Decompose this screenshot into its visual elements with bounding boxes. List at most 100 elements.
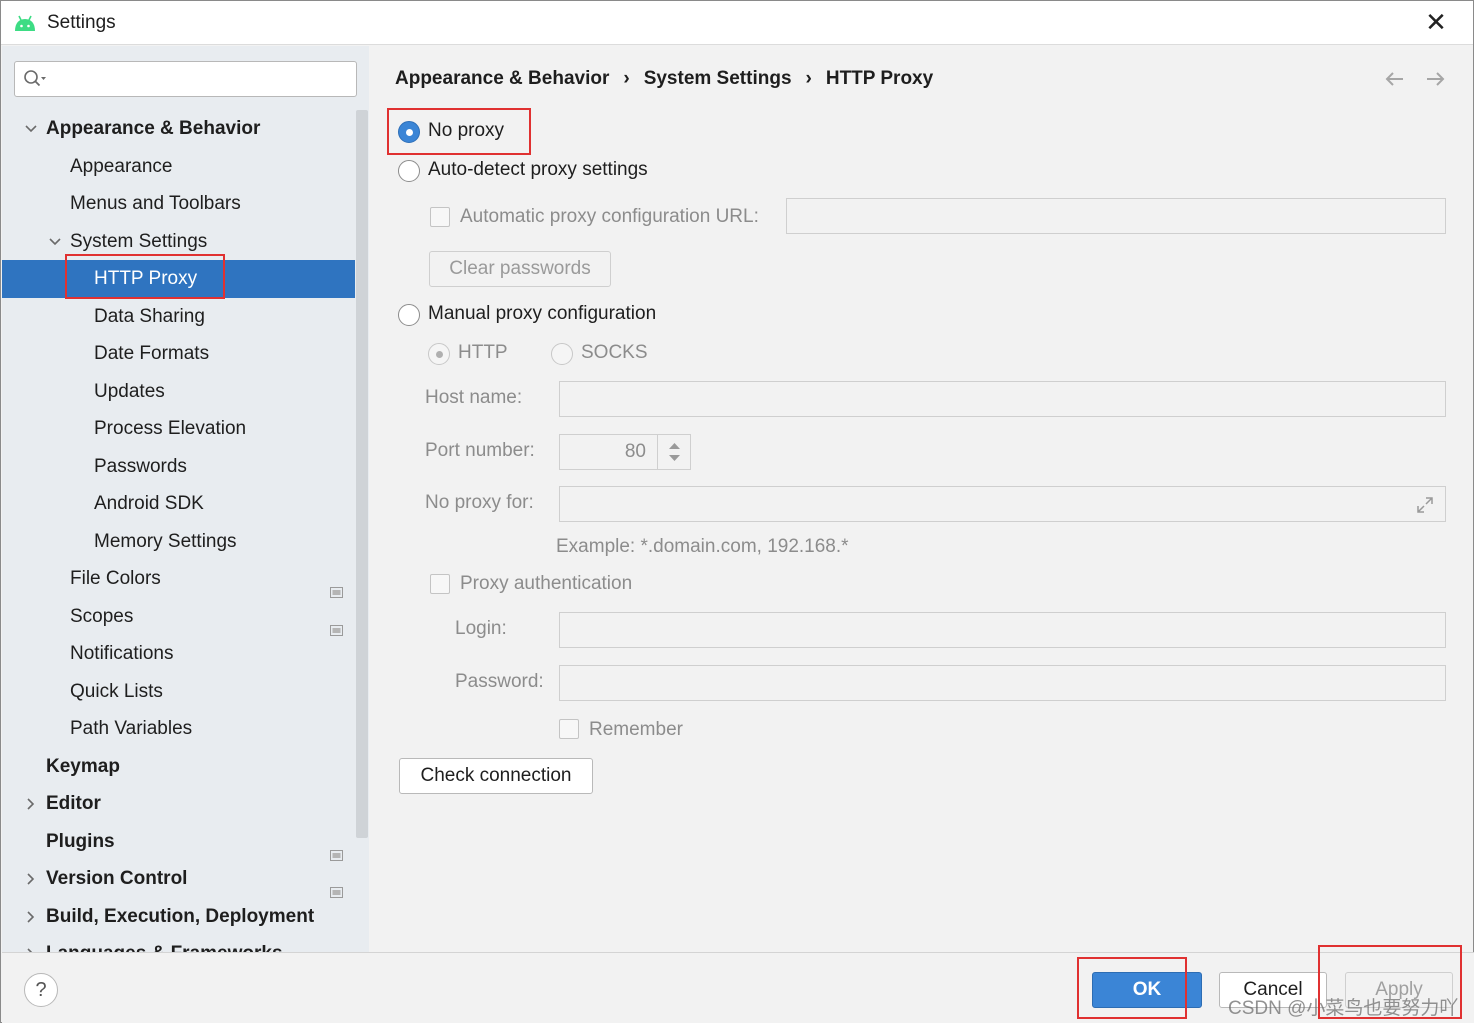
help-button[interactable]: ? [24,973,58,1007]
host-name-label: Host name: [425,387,523,408]
sidebar-item-label: Keymap [46,756,120,777]
no-proxy-label[interactable]: No proxy [428,120,504,142]
sidebar-item[interactable]: Plugins [2,823,355,861]
apply-button[interactable]: Apply [1345,972,1453,1008]
window-title: Settings [47,12,116,33]
sidebar-item[interactable]: Editor [2,785,355,823]
breadcrumb-separator: › [623,68,630,89]
sidebar-item[interactable]: Version Control [2,860,355,898]
proxy-authentication-label: Proxy authentication [460,573,633,594]
sidebar-item-label: Editor [46,793,101,814]
clear-passwords-button[interactable]: Clear passwords [429,251,611,287]
sidebar-item-label: Passwords [94,456,187,477]
sidebar-item-label: HTTP Proxy [94,268,198,289]
sidebar-item[interactable]: Process Elevation [2,410,355,448]
sidebar-item[interactable]: Updates [2,373,355,411]
sidebar-item[interactable]: Appearance [2,148,355,186]
sidebar-item[interactable]: Path Variables [2,710,355,748]
expand-icon[interactable] [1415,495,1435,515]
settings-tree-panel: Appearance & Behavior Appearance Menus and… [2,46,369,952]
sidebar-item[interactable]: Keymap [2,748,355,786]
sidebar-item[interactable]: Languages & Frameworks [2,935,355,952]
sidebar-item-label: Data Sharing [94,306,205,327]
sidebar-item-label: Updates [94,381,165,402]
port-number-label: Port number: [425,440,535,461]
breadcrumb: Appearance & Behavior › System Settings › HT… [395,68,933,90]
breadcrumb-item: Appearance & Behavior [395,68,610,89]
remember-label: Remember [589,719,683,740]
android-icon [13,13,37,33]
chevron-right-icon[interactable] [24,910,38,924]
arrow-right-icon[interactable] [1423,68,1447,90]
project-settings-icon [330,612,343,636]
proxy-authentication-checkbox[interactable] [430,574,450,594]
host-name-field[interactable] [559,381,1446,417]
auto-detect-label[interactable]: Auto-detect proxy settings [428,159,648,181]
ok-button[interactable]: OK [1092,972,1202,1008]
sidebar-item-label: System Settings [70,231,208,252]
sidebar-item[interactable]: Memory Settings [2,523,355,561]
sidebar-item-label: Notifications [70,643,174,664]
breadcrumb-item: HTTP Proxy [825,68,934,89]
auto-detect-radio[interactable] [398,160,420,182]
http-proxy-panel: Appearance & Behavior › System Settings › HT… [369,46,1473,952]
no-proxy-for-field[interactable] [559,486,1446,522]
sidebar-item[interactable]: HTTP Proxy [2,260,369,298]
search-icon [23,69,47,89]
auto-config-url-field[interactable] [786,198,1446,234]
socks-radio[interactable] [551,343,573,365]
sidebar-item[interactable]: Passwords [2,448,355,486]
sidebar-item[interactable]: System Settings [2,223,355,261]
sidebar-item-label: Appearance [70,156,173,177]
http-label: HTTP [458,342,508,363]
chevron-down-icon[interactable] [48,235,62,249]
project-settings-icon [330,574,343,598]
manual-proxy-radio[interactable] [398,304,420,326]
sidebar-item[interactable]: Quick Lists [2,673,355,711]
sidebar-item[interactable]: Android SDK [2,485,355,523]
check-connection-button[interactable]: Check connection [399,758,593,794]
sidebar-item-label: Languages & Frameworks [46,935,283,952]
sidebar-item[interactable]: Appearance & Behavior [2,110,355,148]
login-field[interactable] [559,612,1446,648]
project-settings-icon [330,837,343,861]
project-settings-icon [330,874,343,898]
chevron-right-icon[interactable] [24,797,38,811]
search-input[interactable] [14,61,357,97]
sidebar-item[interactable]: Date Formats [2,335,355,373]
sidebar-item[interactable]: Notifications [2,635,355,673]
socks-label: SOCKS [581,342,648,363]
password-label: Password: [455,671,544,692]
sidebar-item-label: Android SDK [94,493,204,514]
sidebar-item[interactable]: Menus and Toolbars [2,185,355,223]
title-bar: Settings ✕ [1,1,1473,45]
sidebar-item-label: File Colors [70,568,161,589]
no-proxy-radio[interactable] [398,121,420,143]
chevron-down-icon[interactable] [24,122,38,136]
http-radio[interactable] [428,343,450,365]
sidebar-item-label: Process Elevation [94,418,247,439]
remember-checkbox[interactable] [559,719,579,739]
sidebar-item[interactable]: Build, Execution, Deployment [2,898,355,936]
cancel-button[interactable]: Cancel [1219,972,1327,1008]
sidebar-item-label: Version Control [46,868,188,889]
sidebar-item[interactable]: Data Sharing [2,298,355,336]
scrollbar-thumb[interactable] [356,110,368,838]
arrow-left-icon[interactable] [1383,68,1407,90]
sidebar-item[interactable]: File Colors [2,560,355,598]
no-proxy-for-label: No proxy for: [425,492,534,513]
sidebar-item-label: Scopes [70,606,134,627]
stepper-arrows-icon[interactable] [657,435,690,469]
close-icon[interactable]: ✕ [1423,9,1449,35]
breadcrumb-separator: › [805,68,812,89]
sidebar-item-label: Quick Lists [70,681,163,702]
chevron-right-icon[interactable] [24,872,38,886]
manual-proxy-label[interactable]: Manual proxy configuration [428,303,656,325]
auto-config-url-checkbox[interactable] [430,207,450,227]
password-field[interactable] [559,665,1446,701]
tree-scrollbar[interactable] [355,110,369,840]
breadcrumb-item: System Settings [643,68,792,89]
example-hint: Example: *.domain.com, 192.168.* [556,536,849,557]
sidebar-item[interactable]: Scopes [2,598,355,636]
login-label: Login: [455,618,507,639]
